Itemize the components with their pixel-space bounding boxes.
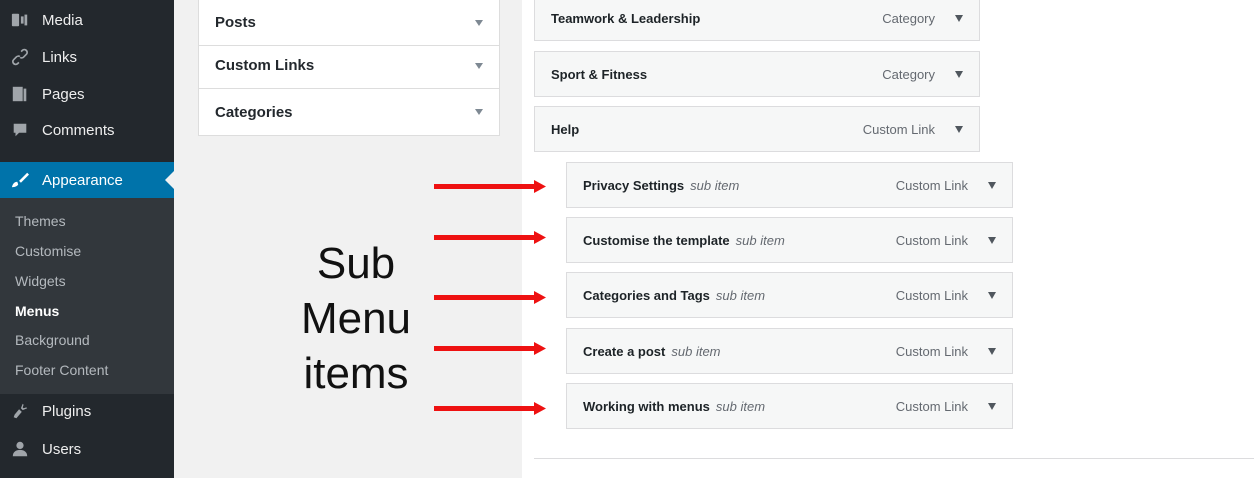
arrow-icon (434, 231, 546, 244)
arrow-icon (434, 402, 546, 415)
annotation-arrows (434, 180, 546, 415)
arrow-icon (434, 291, 546, 304)
arrow-icon (434, 342, 546, 355)
arrow-icon (434, 180, 546, 193)
